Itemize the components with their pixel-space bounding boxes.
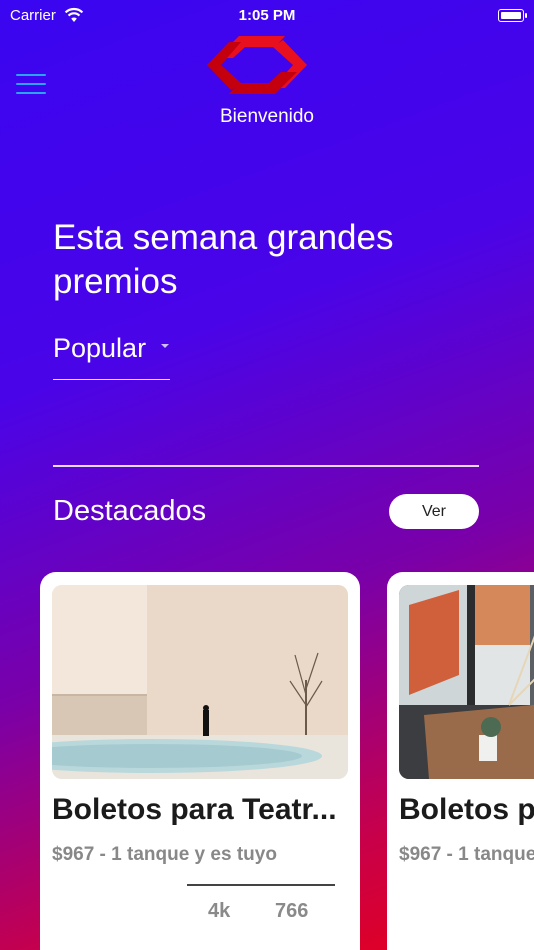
section-divider bbox=[53, 465, 479, 467]
clock: 1:05 PM bbox=[238, 7, 296, 24]
nav-bar: Bienvenido bbox=[0, 32, 534, 136]
brand-logo bbox=[207, 36, 307, 94]
card-title: Boletos para Teatr... bbox=[52, 793, 337, 826]
card-title: Boletos para Teatr... bbox=[399, 793, 534, 826]
filter-dropdown[interactable]: Popular bbox=[53, 328, 170, 380]
card-image bbox=[399, 585, 534, 779]
hamburger-menu-icon[interactable] bbox=[16, 74, 46, 96]
section-title: Destacados bbox=[53, 495, 207, 527]
card-divider bbox=[187, 884, 335, 886]
caret-down-icon bbox=[161, 344, 169, 348]
card-subtitle: $967 - 1 tanque y es tuyo bbox=[52, 844, 277, 865]
hero-headline: Esta semana grandes premios bbox=[53, 218, 394, 301]
battery-icon bbox=[498, 9, 527, 22]
card-image bbox=[52, 585, 348, 779]
welcome-label: Bienvenido bbox=[219, 106, 315, 127]
featured-carousel[interactable]: Boletos para Teatr... $967 - 1 tanque y … bbox=[0, 572, 534, 950]
status-bar: Carrier 1:05 PM bbox=[0, 0, 534, 32]
card-stat-2: 766 bbox=[275, 900, 309, 922]
see-all-button[interactable]: Ver bbox=[389, 494, 479, 529]
card-stat-1: 4k bbox=[208, 900, 231, 922]
card-subtitle: $967 - 1 tanque y es tuyo bbox=[399, 844, 534, 865]
featured-card[interactable]: Boletos para Teatr... $967 - 1 tanque y … bbox=[40, 572, 360, 950]
filter-selected-value: Popular bbox=[53, 333, 147, 363]
featured-card[interactable]: Boletos para Teatr... $967 - 1 tanque y … bbox=[387, 572, 534, 950]
